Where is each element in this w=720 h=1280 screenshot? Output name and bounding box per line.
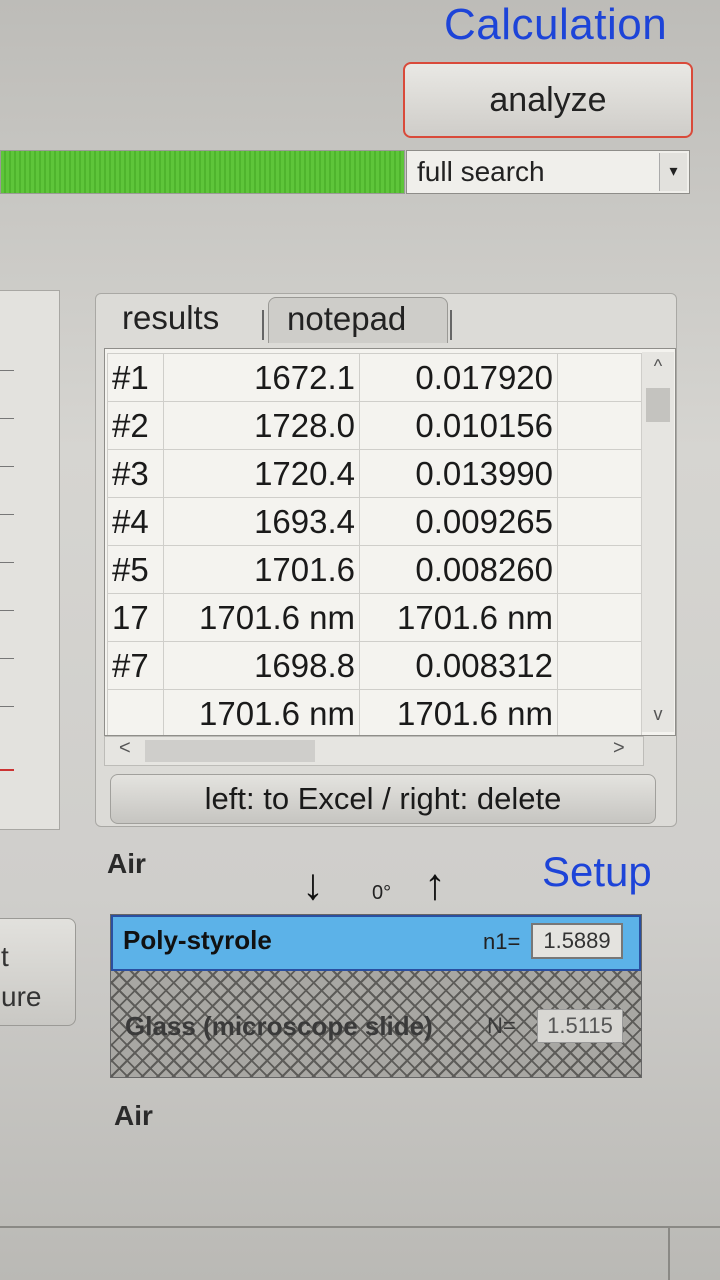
scroll-left-icon[interactable]: < xyxy=(119,737,131,760)
search-mode-value: full search xyxy=(417,156,545,187)
thickness-cell: 1701.6 xyxy=(163,545,360,594)
excel-export-button[interactable]: left: to Excel / right: delete xyxy=(110,774,656,824)
error-cell: 1701.6 nm xyxy=(359,593,558,642)
scroll-up-icon[interactable]: ^ xyxy=(648,356,668,382)
thickness-cell: 1728.0 xyxy=(163,401,360,450)
extra-cell xyxy=(557,353,642,402)
left-panel-gridline xyxy=(0,514,14,515)
medium-top-label: Air xyxy=(107,848,146,879)
setup-title: Setup xyxy=(542,848,652,895)
layer-stack: Poly-styrole n1= 1.5889 Glass (microscop… xyxy=(110,914,642,1078)
left-partial-button[interactable]: t ure xyxy=(0,918,76,1026)
progress-fill xyxy=(1,151,404,193)
left-button-text-2: ure xyxy=(1,981,42,1012)
tab-separator xyxy=(450,310,452,340)
table-row[interactable]: #1 1672.1 0.017920 xyxy=(107,353,642,402)
left-panel-gridline xyxy=(0,658,14,659)
table-row[interactable]: #4 1693.4 0.009265 xyxy=(107,497,642,546)
results-table: #1 1672.1 0.017920 #2 1728.0 0.010156 #3… xyxy=(107,353,642,735)
calculation-title: Calculation xyxy=(444,0,668,49)
table-row[interactable]: 1701.6 nm 1701.6 nm xyxy=(107,689,642,735)
layer-polystyrole[interactable]: Poly-styrole n1= 1.5889 xyxy=(111,915,641,971)
row-id-cell xyxy=(107,689,164,735)
error-cell: 0.013990 xyxy=(359,449,558,498)
row-id-cell: #2 xyxy=(107,401,164,450)
arrow-up-icon: ↑ xyxy=(424,860,446,909)
extra-cell xyxy=(557,401,642,450)
left-panel xyxy=(0,290,60,830)
left-panel-gridline xyxy=(0,370,14,371)
chevron-down-icon[interactable]: ▾ xyxy=(659,153,687,191)
left-panel-gridline xyxy=(0,706,14,707)
tab-notepad[interactable]: notepad xyxy=(268,297,448,343)
error-cell: 0.010156 xyxy=(359,401,558,450)
extra-cell xyxy=(557,641,642,690)
table-row[interactable]: 17 1701.6 nm 1701.6 nm xyxy=(107,593,642,642)
refractive-index-field: 1.5115 xyxy=(537,1009,623,1043)
scroll-down-icon[interactable]: v xyxy=(648,704,668,730)
thickness-cell: 1701.6 nm xyxy=(163,689,360,735)
error-cell: 1701.6 nm xyxy=(359,689,558,735)
left-panel-gridline xyxy=(0,562,14,563)
incidence-angle: 0° xyxy=(372,882,392,904)
refractive-index-label: N= xyxy=(487,1013,516,1038)
error-cell: 0.008260 xyxy=(359,545,558,594)
error-cell: 0.008312 xyxy=(359,641,558,690)
analyze-button[interactable]: analyze xyxy=(403,62,693,138)
row-id-cell: #1 xyxy=(107,353,164,402)
extra-cell xyxy=(557,497,642,546)
extra-cell xyxy=(557,449,642,498)
vertical-scroll-thumb[interactable] xyxy=(646,388,670,422)
left-panel-red-line xyxy=(0,769,14,771)
table-row[interactable]: #3 1720.4 0.013990 xyxy=(107,449,642,498)
vertical-scrollbar[interactable]: ^ v xyxy=(642,352,674,732)
row-id-cell: #3 xyxy=(107,449,164,498)
medium-bottom-label: Air xyxy=(114,1100,153,1131)
extra-cell xyxy=(557,593,642,642)
layer-name: Glass (microscope slide) xyxy=(125,1011,433,1041)
row-id-cell: #5 xyxy=(107,545,164,594)
thickness-cell: 1720.4 xyxy=(163,449,360,498)
extra-cell xyxy=(557,545,642,594)
row-id-cell: #7 xyxy=(107,641,164,690)
table-row[interactable]: #5 1701.6 0.008260 xyxy=(107,545,642,594)
row-id-cell: #4 xyxy=(107,497,164,546)
left-panel-gridline xyxy=(0,466,14,467)
thickness-cell: 1701.6 nm xyxy=(163,593,360,642)
horizontal-scroll-thumb[interactable] xyxy=(145,740,315,762)
divider xyxy=(0,1226,720,1228)
table-row[interactable]: #2 1728.0 0.010156 xyxy=(107,401,642,450)
tab-results[interactable]: results xyxy=(100,297,262,343)
error-cell: 0.017920 xyxy=(359,353,558,402)
layer-substrate-glass[interactable]: Glass (microscope slide) N= 1.5115 xyxy=(111,971,641,1077)
left-button-text-1: t xyxy=(1,941,9,972)
thickness-cell: 1693.4 xyxy=(163,497,360,546)
progress-bar xyxy=(0,150,405,194)
tab-separator xyxy=(262,310,264,340)
divider xyxy=(668,1228,670,1280)
extra-cell xyxy=(557,689,642,735)
thickness-cell: 1672.1 xyxy=(163,353,360,402)
error-cell: 0.009265 xyxy=(359,497,558,546)
horizontal-scrollbar[interactable]: < > xyxy=(104,736,644,766)
left-panel-gridline xyxy=(0,610,14,611)
search-mode-select[interactable]: full search ▾ xyxy=(406,150,690,194)
scroll-right-icon[interactable]: > xyxy=(613,737,625,760)
table-row[interactable]: #7 1698.8 0.008312 xyxy=(107,641,642,690)
thickness-cell: 1698.8 xyxy=(163,641,360,690)
row-id-cell: 17 xyxy=(107,593,164,642)
layer-name: Poly-styrole xyxy=(123,925,272,955)
left-panel-gridline xyxy=(0,418,14,419)
refractive-index-field[interactable]: 1.5889 xyxy=(531,923,623,959)
results-grid[interactable]: #1 1672.1 0.017920 #2 1728.0 0.010156 #3… xyxy=(104,348,676,736)
refractive-index-label: n1= xyxy=(483,929,521,954)
arrow-down-icon: ↓ xyxy=(302,860,324,909)
